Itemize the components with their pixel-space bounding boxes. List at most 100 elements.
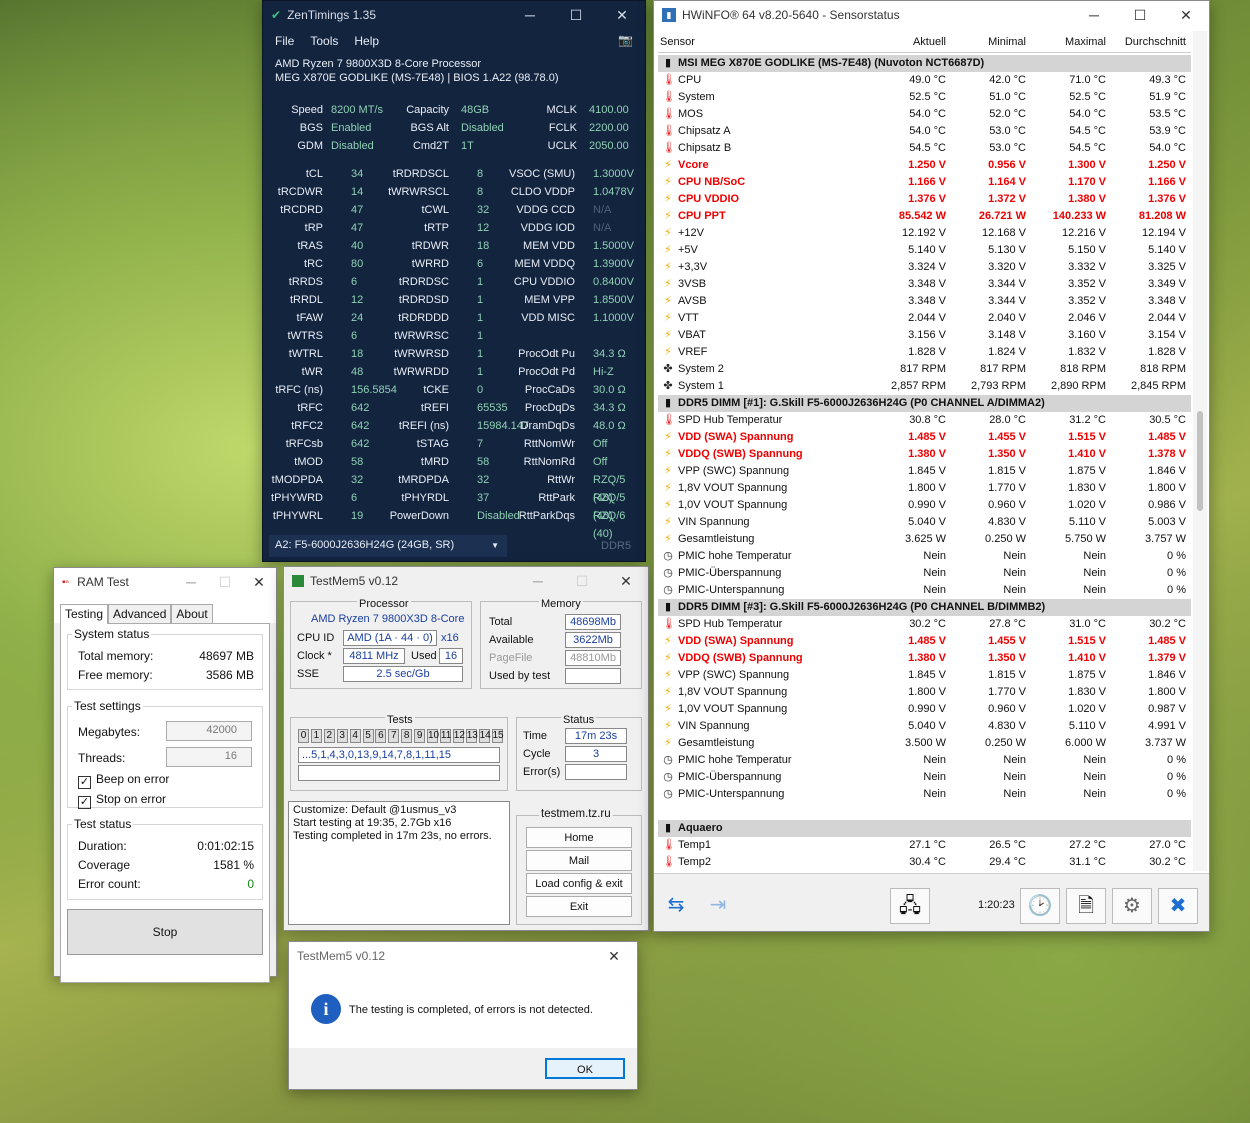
sensor-row[interactable]: ⚡ +5V 5.140 V 5.130 V 5.150 V 5.140 V bbox=[658, 242, 1191, 259]
home-button[interactable]: Home bbox=[526, 827, 632, 848]
ok-button[interactable]: OK bbox=[545, 1058, 625, 1079]
sensor-row[interactable]: ⚡ CPU PPT 85.542 W 26.721 W 140.233 W 81.208 … bbox=[658, 208, 1191, 225]
minimize-icon[interactable]: ─ bbox=[174, 574, 208, 590]
sensor-row[interactable]: 🌡 Chipsatz A 54.0 °C 53.0 °C 54.5 °C 53.9 °C bbox=[658, 123, 1191, 140]
sensor-row[interactable]: ⚡ VDDQ (SWB) Spannung 1.380 V 1.350 V 1.410 … bbox=[658, 446, 1191, 463]
menu-tools[interactable]: Tools bbox=[310, 34, 338, 48]
sensor-min: 817 RPM bbox=[980, 363, 1026, 375]
minimize-icon[interactable]: ─ bbox=[507, 7, 553, 23]
timing-label: FCLK bbox=[548, 122, 577, 134]
sensor-row[interactable]: 🌡 Temp2 30.4 °C 29.4 °C 31.1 °C 30.2 °C bbox=[658, 854, 1191, 871]
clock-icon: ◷ bbox=[663, 771, 673, 783]
sensor-row[interactable]: ⚡ 1,0V VOUT Spannung 0.990 V 0.960 V 1.020 V… bbox=[658, 701, 1191, 718]
threads-input[interactable]: 16 bbox=[166, 747, 252, 767]
sensor-group-header[interactable]: ▮ Aquaero bbox=[658, 820, 1191, 837]
col-sensor[interactable]: Sensor bbox=[660, 36, 695, 48]
sensor-row[interactable]: 🌡 SPD Hub Temperatur 30.2 °C 27.8 °C 31.0 °C… bbox=[658, 616, 1191, 633]
sensor-row[interactable]: ◷ PMIC-Unterspannung Nein Nein Nein 0 % bbox=[658, 582, 1191, 599]
close-icon[interactable]: ✕ bbox=[599, 7, 645, 24]
site-link[interactable]: testmem.tz.ru bbox=[539, 808, 613, 820]
mail-button[interactable]: Mail bbox=[526, 850, 632, 871]
camera-icon[interactable]: 📷 bbox=[618, 33, 633, 47]
sensor-row[interactable]: ⚡ Vcore 1.250 V 0.956 V 1.300 V 1.250 V bbox=[658, 157, 1191, 174]
log-file-icon[interactable]: 🗎 bbox=[1066, 888, 1106, 924]
menu-help[interactable]: Help bbox=[354, 34, 379, 48]
sensor-row[interactable]: ⚡ +12V 12.192 V 12.168 V 12.216 V 12.194 V bbox=[658, 225, 1191, 242]
sensor-row[interactable]: ⚡ VDD (SWA) Spannung 1.485 V 1.455 V 1.515 V… bbox=[658, 633, 1191, 650]
sensor-row[interactable]: ⚡ 1,8V VOUT Spannung 1.800 V 1.770 V 1.830 V… bbox=[658, 480, 1191, 497]
collapse-arrows-icon[interactable]: ⇥ bbox=[698, 888, 738, 924]
sensor-row[interactable]: ⚡ 3VSB 3.348 V 3.344 V 3.352 V 3.349 V bbox=[658, 276, 1191, 293]
sensor-group-header[interactable]: ▮ MSI MEG X870E GODLIKE (MS-7E48) (Nuvoto… bbox=[658, 55, 1191, 72]
sensor-row[interactable]: ◷ PMIC-Unterspannung Nein Nein Nein 0 % bbox=[658, 786, 1191, 803]
sensor-row[interactable]: ⚡ VDDQ (SWB) Spannung 1.380 V 1.350 V 1.410 … bbox=[658, 650, 1191, 667]
close-icon[interactable]: ✕ bbox=[604, 573, 648, 590]
minimize-icon[interactable]: ─ bbox=[1071, 7, 1117, 23]
sensor-row[interactable]: ◷ PMIC hohe Temperatur Nein Nein Nein 0 % bbox=[658, 752, 1191, 769]
sensor-row[interactable]: 🌡 MOS 54.0 °C 52.0 °C 54.0 °C 53.5 °C bbox=[658, 106, 1191, 123]
sensor-row[interactable]: ⚡ CPU VDDIO 1.376 V 1.372 V 1.380 V 1.376 V bbox=[658, 191, 1191, 208]
sensor-row[interactable]: 🌡 CPU 49.0 °C 42.0 °C 71.0 °C 49.3 °C bbox=[658, 72, 1191, 89]
stop-button[interactable]: Stop bbox=[67, 909, 263, 955]
scrollbar[interactable] bbox=[1193, 31, 1207, 871]
load-config-button[interactable]: Load config & exit bbox=[526, 873, 632, 894]
sensor-name: VTT bbox=[678, 312, 699, 324]
sensor-row[interactable]: 🌡 Chipsatz B 54.5 °C 53.0 °C 54.5 °C 54.0 °C bbox=[658, 140, 1191, 157]
col-max[interactable]: Maximal bbox=[1065, 36, 1106, 48]
sensor-row[interactable]: 🌡 SPD Hub Temperatur 30.8 °C 28.0 °C 31.2 °C… bbox=[658, 412, 1191, 429]
sensor-row[interactable]: ⚡ VBAT 3.156 V 3.148 V 3.160 V 3.154 V bbox=[658, 327, 1191, 344]
dimm-select[interactable]: A2: F5-6000J2636H24G (24GB, SR) ▼ bbox=[269, 535, 507, 557]
clock-icon[interactable]: 🕑 bbox=[1020, 888, 1060, 924]
sensor-row[interactable]: ◷ PMIC-Überspannung Nein Nein Nein 0 % bbox=[658, 769, 1191, 786]
beep-checkbox[interactable]: ✓ Beep on error bbox=[78, 772, 169, 789]
sensor-row[interactable]: ⚡ VREF 1.828 V 1.824 V 1.832 V 1.828 V bbox=[658, 344, 1191, 361]
col-avg[interactable]: Durchschnitt bbox=[1125, 36, 1186, 48]
test-cell: 8 bbox=[401, 729, 413, 743]
tab-advanced[interactable]: Advanced bbox=[108, 604, 172, 623]
nav-arrows-icon[interactable]: ⇆ bbox=[656, 888, 696, 924]
tab-about[interactable]: About bbox=[171, 604, 213, 623]
sensor-row[interactable]: ⚡ VPP (SWC) Spannung 1.845 V 1.815 V 1.875 V… bbox=[658, 463, 1191, 480]
close-icon[interactable]: ✕ bbox=[1163, 7, 1209, 24]
col-min[interactable]: Minimal bbox=[988, 36, 1026, 48]
maximize-icon[interactable]: ☐ bbox=[1117, 7, 1163, 24]
sensor-row[interactable]: ◷ PMIC-Überspannung Nein Nein Nein 0 % bbox=[658, 565, 1191, 582]
sensor-row[interactable]: ◷ PMIC hohe Temperatur Nein Nein Nein 0 % bbox=[658, 548, 1191, 565]
timing-label: tSTAG bbox=[416, 438, 449, 450]
megabytes-input[interactable]: 42000 bbox=[166, 721, 252, 741]
close-icon[interactable]: ✕ bbox=[242, 574, 276, 591]
sensor-row[interactable]: 🌡 Temp1 27.1 °C 26.5 °C 27.2 °C 27.0 °C bbox=[658, 837, 1191, 854]
sensor-row[interactable]: ⚡ Gesamtleistung 3.625 W 0.250 W 5.750 W 3.75… bbox=[658, 531, 1191, 548]
timing-value: 6 bbox=[351, 492, 358, 504]
maximize-icon[interactable]: ☐ bbox=[553, 7, 599, 24]
sensor-row[interactable]: ⚡ VTT 2.044 V 2.040 V 2.046 V 2.044 V bbox=[658, 310, 1191, 327]
sensor-row[interactable]: ⚡ 1,8V VOUT Spannung 1.800 V 1.770 V 1.830 V… bbox=[658, 684, 1191, 701]
network-icon[interactable]: 🖧 bbox=[890, 888, 930, 924]
sensor-row[interactable]: ⚡ VIN Spannung 5.040 V 4.830 V 5.110 V 5.003 … bbox=[658, 514, 1191, 531]
sensor-group-header[interactable]: ▮ DDR5 DIMM [#1]: G.Skill F5-6000J2636H24… bbox=[658, 395, 1191, 412]
sensor-row[interactable]: ⚡ VIN Spannung 5.040 V 4.830 V 5.110 V 4.991 … bbox=[658, 718, 1191, 735]
sensor-row[interactable]: ⚡ CPU NB/SoC 1.166 V 1.164 V 1.170 V 1.166 V bbox=[658, 174, 1191, 191]
sensor-row[interactable]: ⚡ VPP (SWC) Spannung 1.845 V 1.815 V 1.875 V… bbox=[658, 667, 1191, 684]
sensor-row[interactable]: ⚡ +3,3V 3.324 V 3.320 V 3.332 V 3.325 V bbox=[658, 259, 1191, 276]
close-icon[interactable]: ✕ bbox=[591, 948, 637, 965]
log-textbox[interactable]: Customize: Default @1usmus_v3 Start test… bbox=[288, 801, 510, 925]
sensor-row[interactable]: 🌡 System 52.5 °C 51.0 °C 52.5 °C 51.9 °C bbox=[658, 89, 1191, 106]
sensor-row[interactable]: ✤ System 1 2,857 RPM 2,793 RPM 2,890 RPM 2,84… bbox=[658, 378, 1191, 395]
sensor-group-header[interactable]: ▮ DDR5 DIMM [#3]: G.Skill F5-6000J2636H24… bbox=[658, 599, 1191, 616]
sensor-row[interactable]: ⚡ VDD (SWA) Spannung 1.485 V 1.455 V 1.515 V… bbox=[658, 429, 1191, 446]
sensor-row[interactable]: ⚡ 1,0V VOUT Spannung 0.990 V 0.960 V 1.020 V… bbox=[658, 497, 1191, 514]
stop-on-error-checkbox[interactable]: ✓ Stop on error bbox=[78, 792, 166, 809]
sensor-row[interactable]: ⚡ AVSB 3.348 V 3.344 V 3.352 V 3.348 V bbox=[658, 293, 1191, 310]
col-current[interactable]: Aktuell bbox=[913, 36, 946, 48]
sensor-row[interactable]: ⚡ Gesamtleistung 3.500 W 0.250 W 6.000 W 3.73… bbox=[658, 735, 1191, 752]
exit-button[interactable]: Exit bbox=[526, 896, 632, 917]
scrollbar-thumb[interactable] bbox=[1197, 411, 1203, 511]
tab-testing[interactable]: Testing bbox=[60, 604, 109, 624]
minimize-icon[interactable]: ─ bbox=[516, 573, 560, 589]
thermometer-icon: 🌡 bbox=[662, 108, 676, 120]
menu-file[interactable]: File bbox=[275, 34, 294, 48]
close-sensors-icon[interactable]: ✖ bbox=[1158, 888, 1198, 924]
settings-icon[interactable]: ⚙ bbox=[1112, 888, 1152, 924]
sensor-row[interactable]: ✤ System 2 817 RPM 817 RPM 818 RPM 818 RPM bbox=[658, 361, 1191, 378]
